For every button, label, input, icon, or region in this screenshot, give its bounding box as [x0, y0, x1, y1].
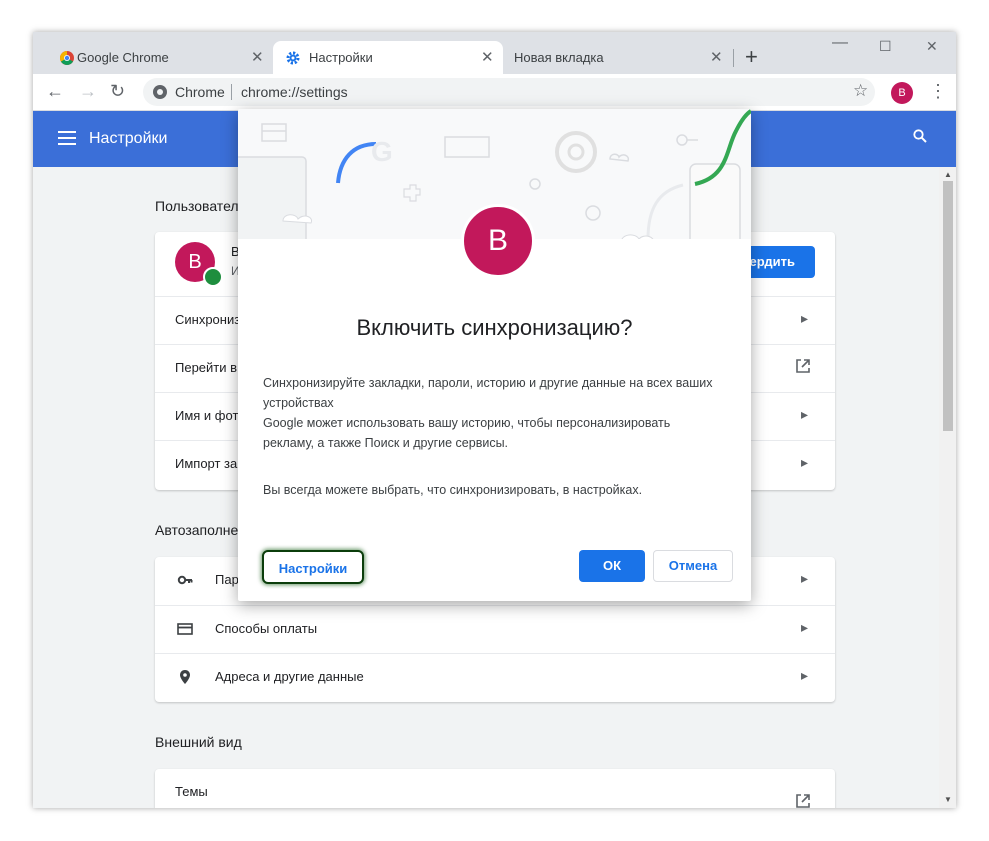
page-title: Настройки — [89, 130, 168, 147]
key-icon — [177, 575, 193, 585]
row-label: Способы оплаты — [215, 621, 318, 636]
dialog-body-line-1: Синхронизируйте закладки, пароли, истори… — [263, 376, 713, 410]
chevron-right-icon: ▸ — [801, 406, 809, 422]
scroll-up-icon[interactable]: ▲ — [944, 170, 952, 179]
address-bar[interactable]: Chrome chrome://settings ☆ — [143, 78, 875, 106]
forward-arrow-icon[interactable]: → — [79, 81, 97, 102]
section-title-autofill: Автозаполне — [155, 522, 239, 538]
chevron-right-icon: ▸ — [801, 454, 809, 470]
section-title-people: Пользовател — [155, 198, 239, 214]
section-title-appearance: Внешний вид — [155, 734, 242, 750]
close-icon[interactable]: ✕ — [481, 48, 494, 66]
chevron-right-icon: ▸ — [801, 310, 809, 326]
row-payment-methods[interactable]: Способы оплаты ▸ — [155, 605, 835, 653]
row-label: Синхронизі — [175, 312, 244, 327]
dialog-body: Синхронизируйте закладки, пароли, истори… — [263, 373, 723, 453]
row-label: Темы — [175, 784, 208, 799]
external-link-icon — [796, 794, 810, 808]
bookmark-star-icon[interactable]: ☆ — [853, 81, 868, 101]
chrome-icon — [60, 51, 74, 65]
tab-label: Google Chrome — [77, 50, 169, 65]
row-label: Адреса и другие данные — [215, 669, 364, 684]
external-link-icon — [796, 359, 810, 373]
search-icon[interactable] — [913, 129, 927, 143]
chrome-site-icon — [153, 85, 167, 99]
row-label: Пар — [215, 572, 239, 587]
hamburger-menu-icon[interactable] — [58, 131, 76, 145]
tab-separator — [733, 49, 734, 67]
chevron-right-icon: ▸ — [801, 667, 809, 683]
tab-strip: Google Chrome ✕ Настройки ✕ Новая вкладк… — [33, 32, 956, 74]
new-tab-plus-icon[interactable]: + — [745, 44, 758, 70]
close-icon[interactable]: ✕ — [251, 48, 264, 66]
chevron-right-icon: ▸ — [801, 570, 809, 586]
browser-window: Google Chrome ✕ Настройки ✕ Новая вкладк… — [33, 32, 956, 808]
omnibox-separator — [231, 84, 232, 100]
gear-icon — [286, 51, 300, 65]
tab-label: Настройки — [309, 50, 373, 65]
profile-avatar-button[interactable]: B — [891, 82, 913, 104]
scroll-thumb[interactable] — [943, 181, 953, 431]
kebab-menu-icon[interactable]: ⋮ — [929, 81, 947, 102]
chevron-right-icon: ▸ — [801, 619, 809, 635]
sync-badge-icon — [203, 267, 223, 287]
back-arrow-icon[interactable]: ← — [46, 81, 64, 102]
dialog-note: Вы всегда можете выбрать, что синхронизи… — [263, 483, 643, 497]
row-label: Имя и фот — [175, 408, 239, 423]
row-themes[interactable]: Темы — [155, 769, 835, 808]
reload-icon[interactable]: ↻ — [110, 81, 125, 102]
close-icon[interactable]: ✕ — [710, 48, 723, 66]
appearance-card: Темы — [155, 769, 835, 808]
cancel-button[interactable]: Отмена — [653, 550, 733, 582]
tab-new-tab[interactable]: Новая вкладка ✕ — [503, 41, 731, 74]
sync-dialog: G B Включить синхронизацию? Синхронизиру… — [238, 109, 751, 601]
settings-button[interactable]: Настройки — [262, 550, 364, 584]
svg-text:G: G — [371, 136, 393, 167]
url-text[interactable]: chrome://settings — [241, 84, 348, 100]
scrollbar[interactable]: ▲ ▼ — [939, 167, 956, 808]
location-pin-icon — [180, 670, 190, 684]
tab-settings[interactable]: Настройки ✕ — [273, 41, 503, 74]
site-chip: Chrome — [175, 84, 225, 100]
row-label: Импорт за — [175, 456, 238, 471]
dialog-body-line-2: Google может использовать вашу историю, … — [263, 416, 671, 450]
minimize-icon[interactable]: — — [832, 34, 848, 52]
credit-card-icon — [177, 623, 193, 635]
row-label: Перейти в — [175, 360, 238, 375]
tab-google-chrome[interactable]: Google Chrome ✕ — [41, 41, 273, 74]
toolbar: ← → ↻ Chrome chrome://settings ☆ — [33, 74, 956, 111]
maximize-icon[interactable]: ☐ — [879, 38, 892, 55]
scroll-down-icon[interactable]: ▼ — [944, 795, 952, 804]
window-close-icon[interactable]: ✕ — [926, 38, 938, 55]
row-addresses[interactable]: Адреса и другие данные ▸ — [155, 653, 835, 701]
dialog-title: Включить синхронизацию? — [356, 315, 633, 340]
ok-button[interactable]: ОК — [579, 550, 645, 582]
tab-label: Новая вкладка — [514, 50, 604, 65]
dialog-avatar: B — [461, 204, 535, 278]
